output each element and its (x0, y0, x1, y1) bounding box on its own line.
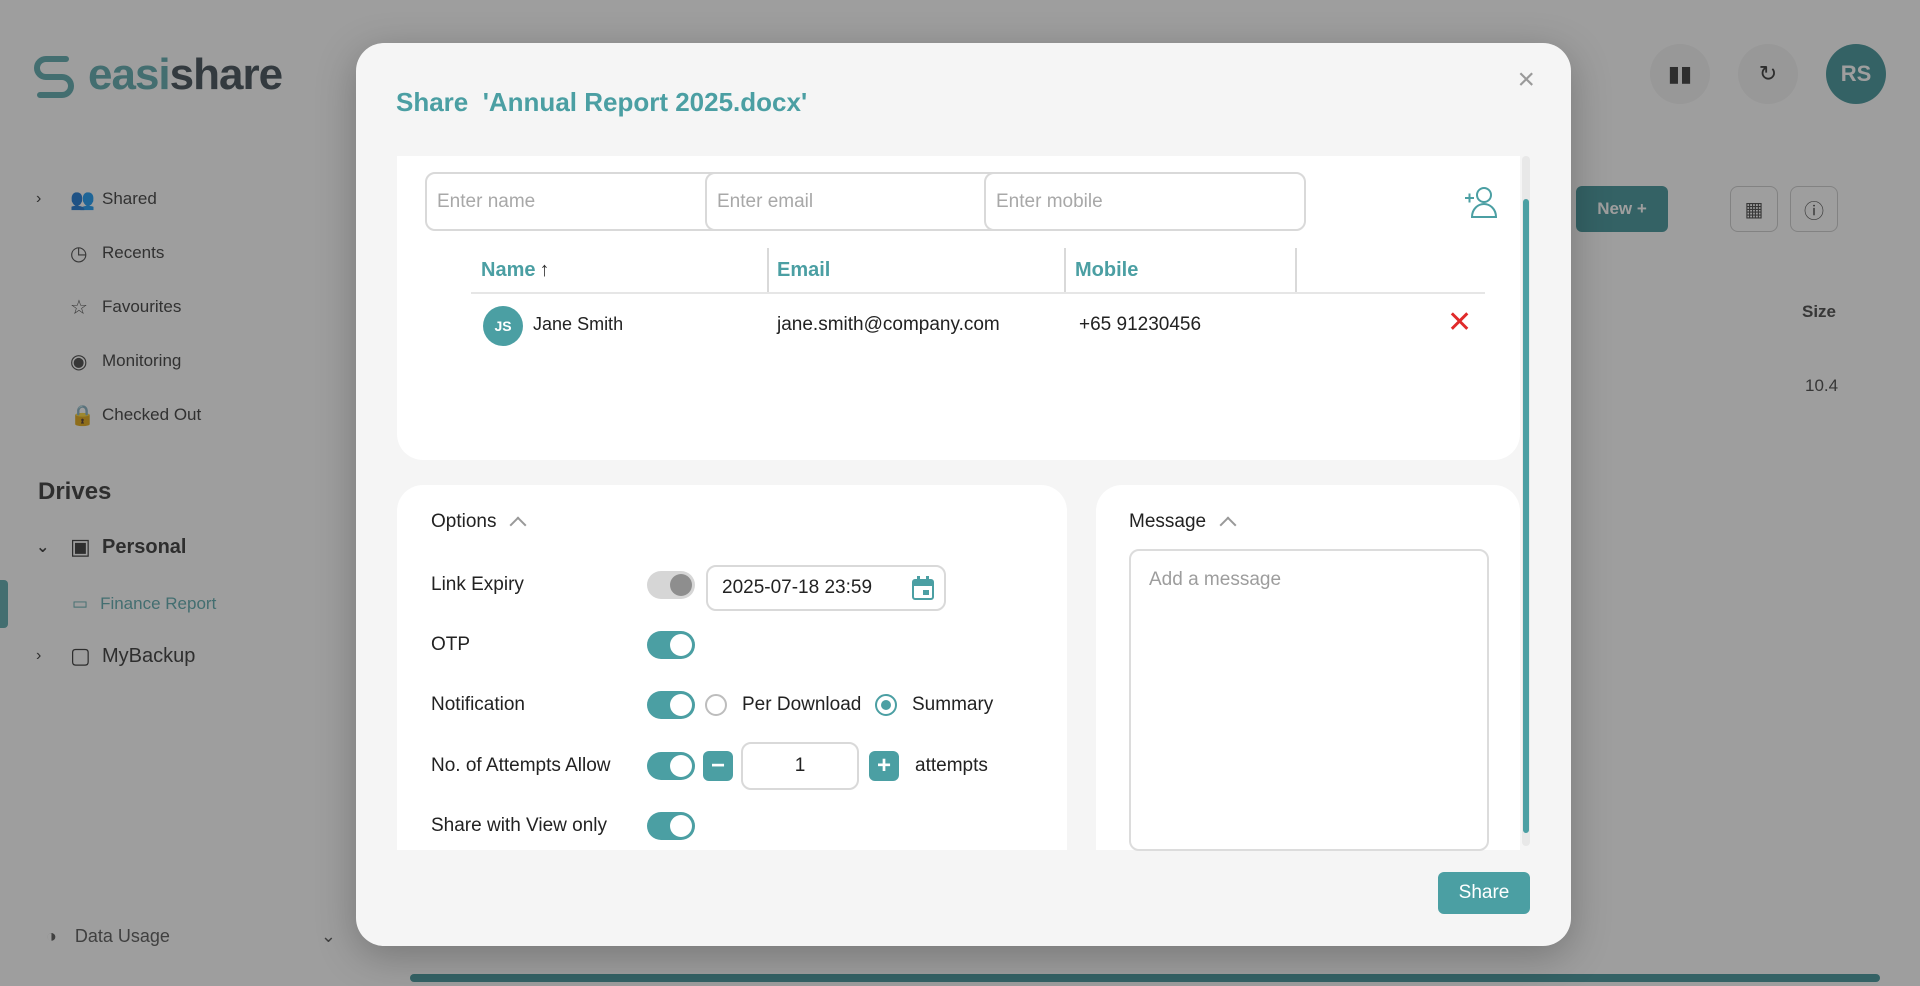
per-download-radio[interactable] (705, 694, 727, 716)
name-input[interactable] (425, 172, 747, 231)
share-dialog: Share 'Annual Report 2025.docx' × Name ↑… (356, 43, 1571, 946)
attempts-unit: attempts (915, 755, 988, 776)
recipient-name: Jane Smith (533, 314, 623, 335)
message-heading: Message (1129, 511, 1207, 532)
increment-button[interactable]: + (869, 751, 899, 781)
recipient-email: jane.smith@company.com (777, 314, 1000, 335)
close-icon[interactable]: × (1517, 63, 1535, 97)
table-row: JS Jane Smith jane.smith@company.com +65… (471, 300, 1485, 352)
summary-radio[interactable] (875, 694, 897, 716)
per-download-label[interactable]: Per Download (742, 694, 861, 716)
attempts-label: No. of Attempts Allow (431, 755, 611, 776)
mobile-column-header[interactable]: Mobile (1075, 248, 1138, 292)
chevron-up-icon[interactable] (509, 516, 527, 534)
attempts-input[interactable] (741, 742, 859, 790)
options-header[interactable]: Options (431, 511, 527, 534)
plus-icon: + (876, 752, 891, 779)
notification-row: Notification Per Download Summary (431, 685, 1051, 725)
message-textarea[interactable] (1129, 549, 1489, 851)
view-only-row: Share with View only (431, 806, 1051, 846)
scrollbar-thumb[interactable] (1523, 199, 1529, 833)
otp-toggle[interactable] (647, 631, 695, 659)
column-divider (1295, 248, 1297, 292)
sort-ascending-icon[interactable]: ↑ (539, 259, 549, 282)
recipient-first-name: Jane (533, 314, 573, 334)
link-expiry-label: Link Expiry (431, 574, 524, 595)
link-expiry-row: Link Expiry 2025-07-18 23:59 (431, 565, 1051, 611)
message-panel: Message (1096, 485, 1520, 851)
mobile-input[interactable] (984, 172, 1306, 231)
recipient-last-name: Smith (577, 314, 624, 334)
column-label: Name (481, 258, 536, 281)
column-divider (1064, 248, 1066, 292)
minus-icon: − (710, 752, 725, 779)
attempts-row: No. of Attempts Allow − + attempts (431, 742, 1051, 790)
decrement-button[interactable]: − (703, 751, 733, 781)
dialog-title: Share 'Annual Report 2025.docx' (396, 87, 808, 117)
chevron-up-icon[interactable] (1219, 516, 1237, 534)
expiry-date-value: 2025-07-18 23:59 (722, 577, 873, 598)
share-button[interactable]: Share (1438, 872, 1530, 914)
add-contact-icon[interactable] (1463, 184, 1499, 220)
calendar-icon[interactable] (912, 576, 934, 600)
link-expiry-toggle[interactable] (647, 571, 695, 599)
view-only-toggle[interactable] (647, 812, 695, 840)
column-divider (767, 248, 769, 292)
email-column-header[interactable]: Email (777, 248, 830, 292)
otp-row: OTP (431, 625, 1051, 665)
recipients-table-header: Name ↑ Email Mobile (471, 248, 1485, 294)
recipients-panel: Name ↑ Email Mobile JS Jane Smith jane.s… (397, 156, 1520, 460)
recipient-mobile: +65 91230456 (1079, 314, 1202, 335)
email-input[interactable] (705, 172, 1027, 231)
notification-toggle[interactable] (647, 691, 695, 719)
expiry-date-field[interactable]: 2025-07-18 23:59 (706, 565, 946, 611)
options-panel: Options Link Expiry 2025-07-18 23:59 OTP (397, 485, 1067, 850)
message-header[interactable]: Message (1129, 511, 1237, 534)
attempts-toggle[interactable] (647, 752, 695, 780)
name-column-header[interactable]: Name ↑ (481, 248, 549, 292)
options-heading: Options (431, 511, 497, 532)
notification-label: Notification (431, 694, 525, 715)
otp-label: OTP (431, 634, 471, 655)
recipient-avatar: JS (483, 306, 523, 346)
view-only-label: Share with View only (431, 815, 608, 836)
summary-label[interactable]: Summary (912, 694, 993, 716)
remove-recipient-icon[interactable]: ✕ (1447, 308, 1472, 338)
